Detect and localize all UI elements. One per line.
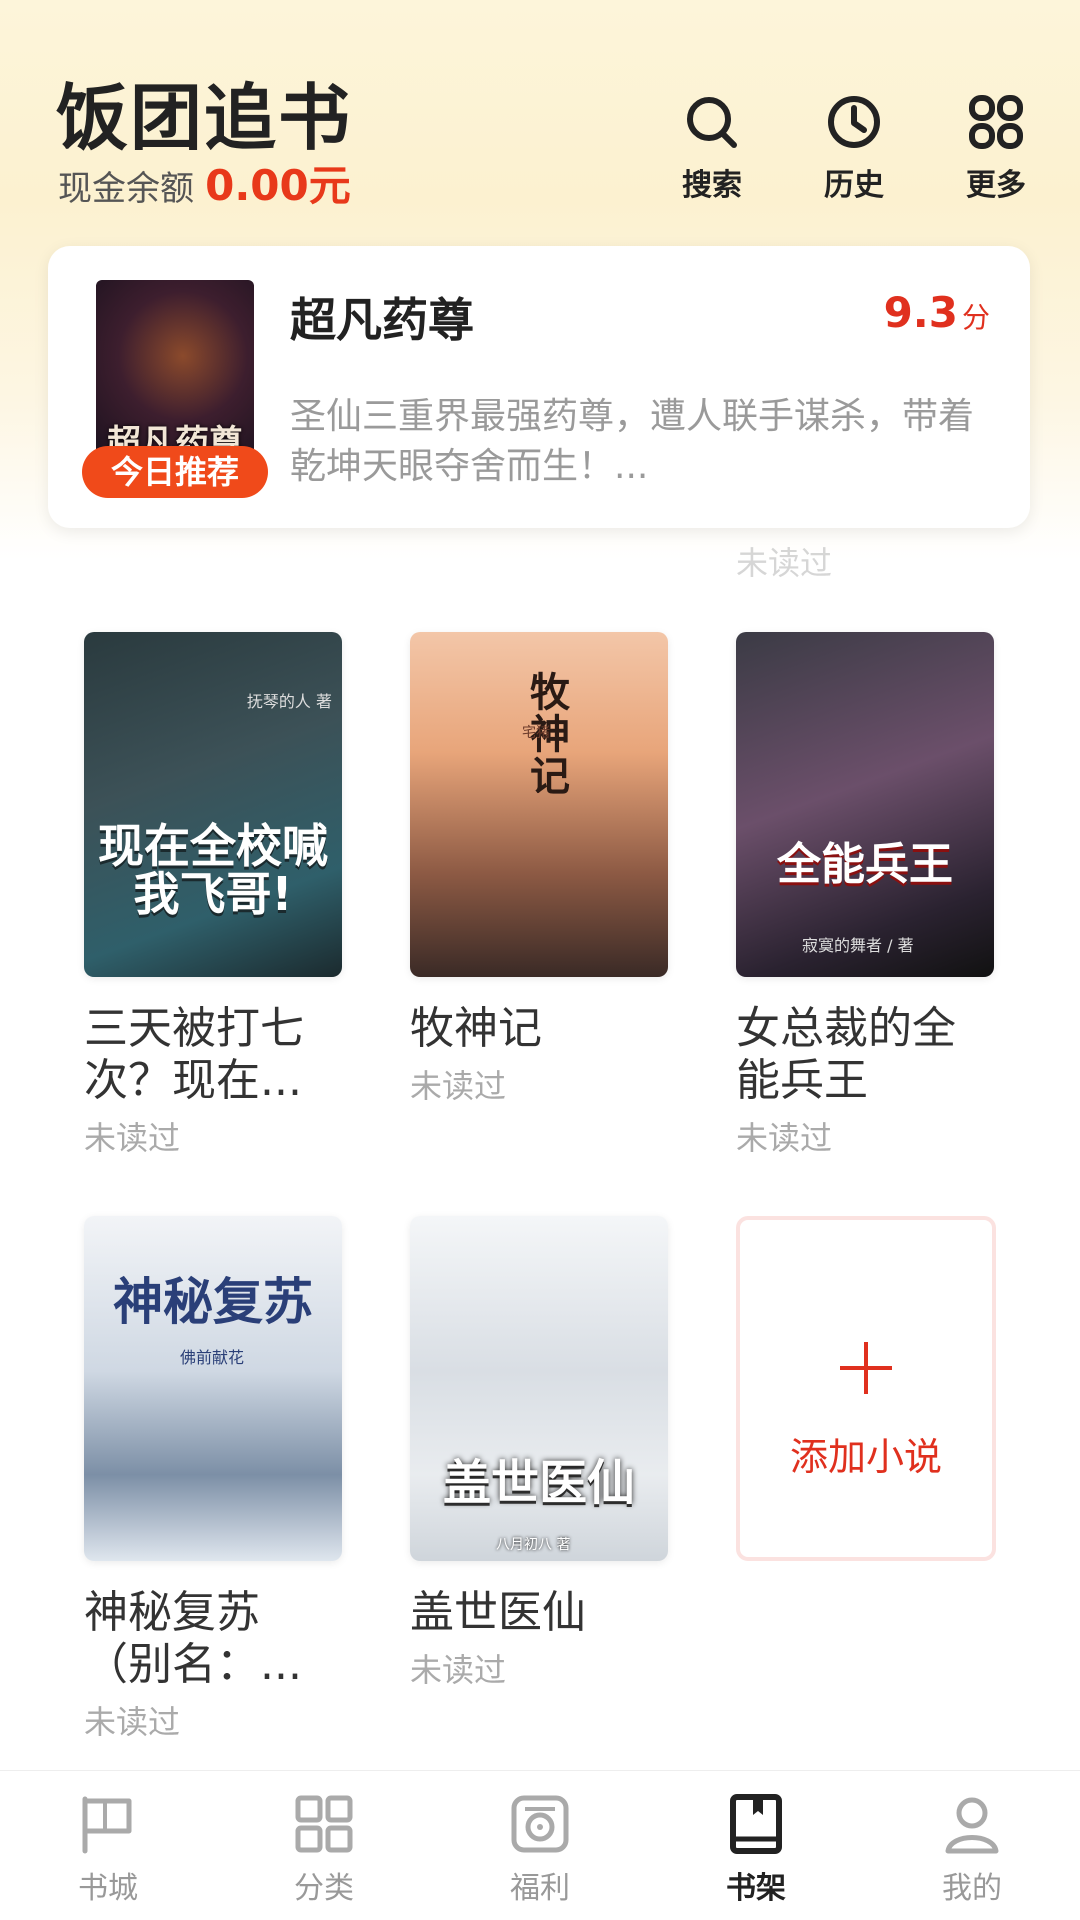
app-title: 饭团追书 (56, 76, 353, 160)
score-value: 9.3 (883, 288, 958, 337)
recommend-book-title: 超凡药尊 (290, 293, 474, 347)
bottom-nav: 书城 分类 福利 书架 我的 (0, 1770, 1080, 1920)
search-label: 搜索 (682, 168, 742, 203)
cover-author: 佛前献花 (180, 1348, 245, 1367)
search-icon (687, 97, 737, 148)
balance-amount: 0.00元 (205, 161, 351, 210)
cover-author: 八月初八 著 (496, 1537, 571, 1553)
cover-author: 抚琴的人 著 (246, 692, 332, 711)
shelf-book[interactable]: 抚琴的人 著 现在全校喊我飞哥! 三天被打七次？现在... 未读过 (84, 632, 344, 1159)
daily-recommend-badge: 今日推荐 (82, 446, 268, 498)
shelf-book[interactable]: 神秘复苏 佛前献花 神秘复苏（别名：... 未读过 (84, 1216, 344, 1743)
history-button[interactable]: 历史 (799, 92, 909, 203)
book-cover[interactable]: 牧神记 宅猪 (410, 632, 668, 977)
nav-label: 我的 (942, 1871, 1002, 1906)
read-status: 未读过 (736, 1119, 833, 1157)
header: 饭团追书 现金余额 0.00元 搜索 历史 更多 (0, 0, 1080, 240)
shelf-book[interactable]: 牧神记 宅猪 牧神记 未读过 (410, 632, 670, 1107)
bookshelf-icon (730, 1794, 782, 1854)
book-title: 盖世医仙 (410, 1587, 586, 1638)
cover-title: 神秘复苏 (113, 1272, 313, 1331)
cover-title: 盖世医仙 (442, 1455, 635, 1511)
read-status: 未读过 (410, 1067, 507, 1105)
nav-label: 福利 (510, 1871, 570, 1906)
daily-recommend-card[interactable]: 超凡药尊 今日推荐 超凡药尊 9.3 分 圣仙三重界最强药尊，遭人联手谋杀，带着乾… (48, 246, 1030, 528)
book-cover[interactable]: 全能兵王 寂寞的舞者 / 著 (736, 632, 994, 977)
more-label: 更多 (966, 168, 1026, 203)
add-novel-label: 添加小说 (789, 1435, 942, 1479)
recommend-book-cover[interactable]: 超凡药尊 (96, 280, 254, 470)
category-icon (295, 1795, 353, 1853)
cash-balance[interactable]: 现金余额 0.00元 (58, 165, 351, 207)
profile-icon (945, 1797, 999, 1854)
nav-item-profile[interactable]: 我的 (902, 1791, 1042, 1907)
cover-title: 全能兵王 (777, 839, 953, 890)
recommend-score: 9.3 分 (884, 288, 990, 337)
nav-label: 分类 (294, 1871, 354, 1906)
nav-label: 书城 (78, 1871, 138, 1906)
nav-label: 书架 (726, 1871, 786, 1906)
search-button[interactable]: 搜索 (657, 92, 767, 203)
book-title: 牧神记 (410, 1003, 542, 1054)
nav-item-bookshelf[interactable]: 书架 (686, 1791, 826, 1907)
welfare-icon (511, 1795, 569, 1853)
app-root: 饭团追书 现金余额 0.00元 搜索 历史 更多 超凡药尊 今日推荐 超凡药尊 … (0, 0, 1080, 1920)
cover-author: 宅猪 (522, 725, 550, 741)
read-status: 未读过 (84, 1703, 181, 1741)
scrolled-status-peek: 未读过 (736, 544, 833, 582)
bookstore-icon (82, 1796, 132, 1854)
score-unit: 分 (961, 301, 990, 334)
cover-title: 现在全校喊我飞哥! (98, 819, 328, 922)
read-status: 未读过 (410, 1651, 507, 1689)
book-title: 女总裁的全能兵王 (736, 1003, 956, 1106)
book-cover[interactable]: 神秘复苏 佛前献花 (84, 1216, 342, 1561)
book-cover[interactable]: 抚琴的人 著 现在全校喊我飞哥! (84, 632, 342, 977)
shelf-book[interactable]: 全能兵王 寂寞的舞者 / 著 女总裁的全能兵王 未读过 (736, 632, 996, 1159)
shelf-book[interactable]: 盖世医仙 八月初八 著 盖世医仙 未读过 (410, 1216, 670, 1691)
book-cover[interactable]: 盖世医仙 八月初八 著 (410, 1216, 668, 1561)
nav-item-welfare[interactable]: 福利 (470, 1791, 610, 1907)
balance-label: 现金余额 (58, 169, 194, 209)
more-button[interactable]: 更多 (941, 92, 1051, 203)
recommend-description: 圣仙三重界最强药尊，遭人联手谋杀，带着乾坤天眼夺舍而生！... (290, 396, 975, 487)
more-icon (969, 95, 1023, 149)
nav-item-bookstore[interactable]: 书城 (38, 1791, 178, 1907)
history-icon (828, 96, 880, 148)
history-label: 历史 (824, 168, 884, 203)
plus-icon (840, 1342, 892, 1394)
book-title: 三天被打七次？现在... (84, 1003, 304, 1106)
cover-author: 寂寞的舞者 / 著 (802, 936, 914, 955)
add-novel-button[interactable]: 添加小说 (736, 1216, 996, 1561)
book-title: 神秘复苏（别名：... (84, 1587, 302, 1690)
nav-item-category[interactable]: 分类 (254, 1791, 394, 1907)
read-status: 未读过 (84, 1119, 181, 1157)
